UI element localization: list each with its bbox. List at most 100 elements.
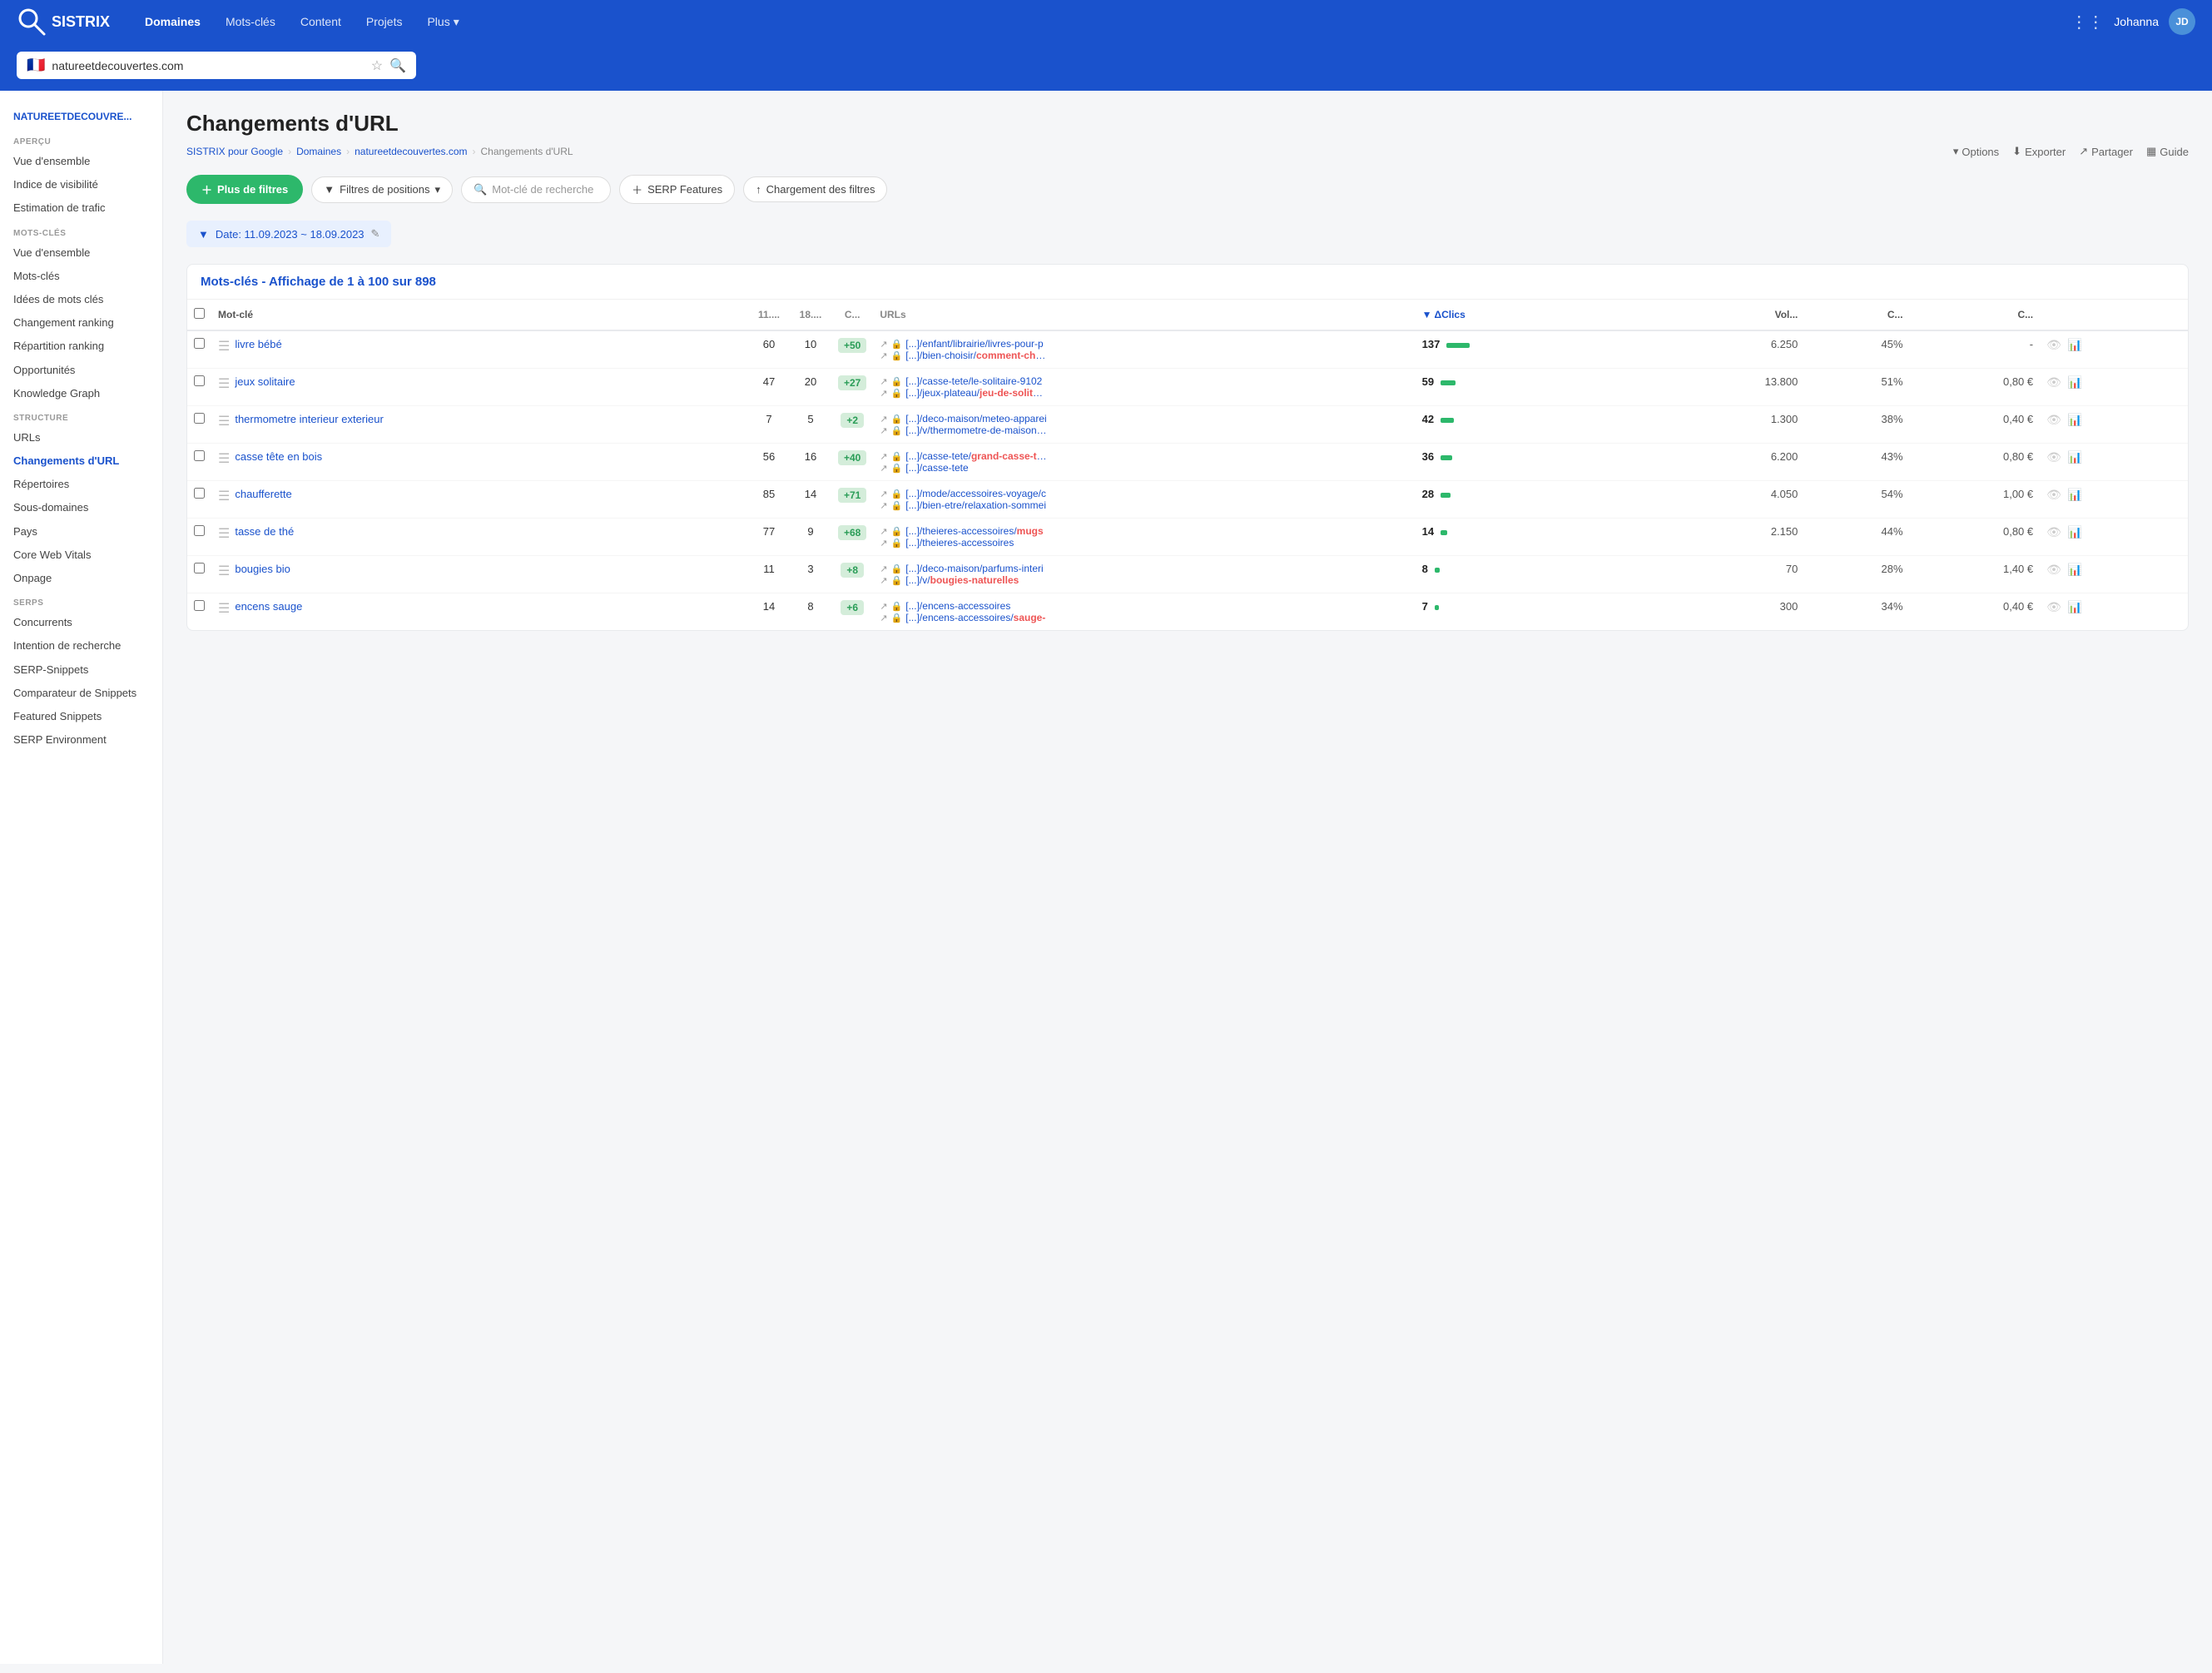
url-link[interactable]: [...]/encens-accessoires	[905, 600, 1010, 612]
sidebar-item-sous-domaines[interactable]: Sous-domaines	[0, 496, 162, 519]
eye-icon[interactable]: 👁	[2046, 525, 2061, 539]
header-mot-cle[interactable]: Mot-clé	[211, 300, 748, 330]
url-link[interactable]: [...]/jeux-plateau/jeu-de-solitaire	[905, 387, 1047, 399]
sidebar-item-knowledge-graph[interactable]: Knowledge Graph	[0, 382, 162, 405]
url-link[interactable]: [...]/theieres-accessoires/mugs	[905, 525, 1043, 537]
keyword-text[interactable]: thermometre interieur exterieur	[235, 413, 383, 425]
chart-icon[interactable]: 📊	[2068, 450, 2082, 464]
keyword-text[interactable]: bougies bio	[235, 563, 290, 575]
url-link[interactable]: [...]/v/thermometre-de-maison-in	[905, 424, 1047, 436]
sidebar-item-vue-ensemble-2[interactable]: Vue d'ensemble	[0, 241, 162, 265]
search-input[interactable]	[52, 59, 364, 72]
sidebar-item-estimation-trafic[interactable]: Estimation de trafic	[0, 196, 162, 220]
sidebar-item-serp-environment[interactable]: SERP Environment	[0, 728, 162, 752]
row-checkbox[interactable]	[194, 338, 205, 349]
row-checkbox[interactable]	[194, 375, 205, 386]
eye-icon[interactable]: 👁	[2046, 375, 2061, 390]
row-checkbox-cell[interactable]	[187, 481, 211, 519]
keyword-text[interactable]: casse tête en bois	[235, 450, 322, 463]
url-link[interactable]: [...]/theieres-accessoires	[905, 537, 1014, 549]
eye-icon[interactable]: 👁	[2046, 338, 2061, 352]
sidebar-item-repartition-ranking[interactable]: Répartition ranking	[0, 335, 162, 358]
sidebar-item-changements-url[interactable]: Changements d'URL	[0, 449, 162, 473]
eye-icon[interactable]: 👁	[2046, 488, 2061, 502]
url-link[interactable]: [...]/casse-tete	[905, 462, 968, 474]
nav-domaines[interactable]: Domaines	[135, 10, 211, 34]
eye-icon[interactable]: 👁	[2046, 413, 2061, 427]
chart-icon[interactable]: 📊	[2068, 375, 2082, 390]
filter-positions-button[interactable]: ▼ Filtres de positions ▾	[311, 176, 453, 203]
row-checkbox[interactable]	[194, 525, 205, 536]
row-checkbox-cell[interactable]	[187, 556, 211, 593]
row-checkbox-cell[interactable]	[187, 593, 211, 631]
sidebar-item-concurrents[interactable]: Concurrents	[0, 611, 162, 634]
keyword-text[interactable]: tasse de thé	[235, 525, 294, 538]
sidebar-item-featured-snippets[interactable]: Featured Snippets	[0, 705, 162, 728]
sidebar-item-vue-ensemble-1[interactable]: Vue d'ensemble	[0, 150, 162, 173]
plus-filters-button[interactable]: ＋ Plus de filtres	[186, 175, 303, 204]
chart-icon[interactable]: 📊	[2068, 525, 2082, 539]
row-checkbox[interactable]	[194, 563, 205, 573]
sidebar-item-comparateur-snippets[interactable]: Comparateur de Snippets	[0, 682, 162, 705]
load-filters-button[interactable]: ↑ Chargement des filtres	[743, 176, 887, 202]
export-action[interactable]: ⬇ Exporter	[2012, 145, 2066, 158]
sidebar-item-changement-ranking[interactable]: Changement ranking	[0, 311, 162, 335]
search-icon[interactable]: 🔍	[389, 57, 406, 74]
nav-plus[interactable]: Plus ▾	[417, 10, 469, 34]
sidebar-item-repertoires[interactable]: Répertoires	[0, 473, 162, 496]
row-checkbox-cell[interactable]	[187, 444, 211, 481]
breadcrumb-domain[interactable]: natureetdecouvertes.com	[355, 146, 467, 157]
row-checkbox[interactable]	[194, 413, 205, 424]
chart-icon[interactable]: 📊	[2068, 413, 2082, 427]
url-link[interactable]: [...]/casse-tete/le-solitaire-9102	[905, 375, 1042, 387]
eye-icon[interactable]: 👁	[2046, 450, 2061, 464]
nav-projets[interactable]: Projets	[356, 10, 413, 34]
header-pos2[interactable]: 18....	[790, 300, 831, 330]
url-link[interactable]: [...]/encens-accessoires/sauge-	[905, 612, 1045, 623]
chart-icon[interactable]: 📊	[2068, 338, 2082, 352]
keyword-text[interactable]: livre bébé	[235, 338, 281, 350]
breadcrumb-domaines[interactable]: Domaines	[296, 146, 341, 157]
url-link[interactable]: [...]/bien-choisir/comment-chois	[905, 350, 1047, 361]
url-link[interactable]: [...]/mode/accessoires-voyage/c	[905, 488, 1046, 499]
row-checkbox-cell[interactable]	[187, 369, 211, 406]
header-cpc[interactable]: C...	[1910, 300, 2041, 330]
breadcrumb-sistrix[interactable]: SISTRIX pour Google	[186, 146, 283, 157]
nav-content[interactable]: Content	[290, 10, 351, 34]
keyword-text[interactable]: jeux solitaire	[235, 375, 295, 388]
sidebar-item-onpage[interactable]: Onpage	[0, 567, 162, 590]
row-checkbox-cell[interactable]	[187, 406, 211, 444]
sidebar-item-serp-snippets[interactable]: SERP-Snippets	[0, 658, 162, 682]
chart-icon[interactable]: 📊	[2068, 488, 2082, 502]
sidebar-item-intention-recherche[interactable]: Intention de recherche	[0, 634, 162, 658]
eye-icon[interactable]: 👁	[2046, 563, 2061, 577]
url-link[interactable]: [...]/deco-maison/meteo-apparei	[905, 413, 1046, 424]
logo[interactable]: SISTRIX	[17, 7, 110, 37]
keyword-search-box[interactable]: 🔍 Mot-clé de recherche	[461, 176, 611, 203]
url-link[interactable]: [...]/deco-maison/parfums-interi	[905, 563, 1043, 574]
header-clicks[interactable]: ▼ ΔClics	[1416, 300, 1665, 330]
header-urls[interactable]: URLs	[873, 300, 1415, 330]
edit-icon[interactable]: ✎	[371, 227, 380, 241]
guide-action[interactable]: ▦ Guide	[2146, 145, 2189, 158]
row-checkbox[interactable]	[194, 600, 205, 611]
sidebar-item-indice-visibilite[interactable]: Indice de visibilité	[0, 173, 162, 196]
keyword-text[interactable]: encens sauge	[235, 600, 302, 613]
share-action[interactable]: ↗ Partager	[2079, 145, 2133, 158]
header-ctr[interactable]: C...	[1804, 300, 1909, 330]
nav-mots-cles[interactable]: Mots-clés	[216, 10, 285, 34]
keyword-text[interactable]: chaufferette	[235, 488, 291, 500]
header-pos1[interactable]: 11....	[748, 300, 790, 330]
url-link[interactable]: [...]/bien-etre/relaxation-sommei	[905, 499, 1046, 511]
url-link[interactable]: [...]/v/bougies-naturelles	[905, 574, 1019, 586]
sidebar-item-mots-cles[interactable]: Mots-clés	[0, 265, 162, 288]
row-checkbox[interactable]	[194, 488, 205, 499]
bookmark-icon[interactable]: ☆	[371, 57, 383, 74]
options-action[interactable]: ▾ Options	[1953, 145, 1999, 158]
avatar[interactable]: JD	[2169, 8, 2195, 35]
serp-features-button[interactable]: ＋ SERP Features	[619, 175, 735, 204]
header-change[interactable]: C...	[831, 300, 873, 330]
url-link[interactable]: [...]/casse-tete/grand-casse-tete	[905, 450, 1047, 462]
select-all-checkbox[interactable]	[194, 308, 205, 319]
url-link[interactable]: [...]/enfant/librairie/livres-pour-p	[905, 338, 1043, 350]
